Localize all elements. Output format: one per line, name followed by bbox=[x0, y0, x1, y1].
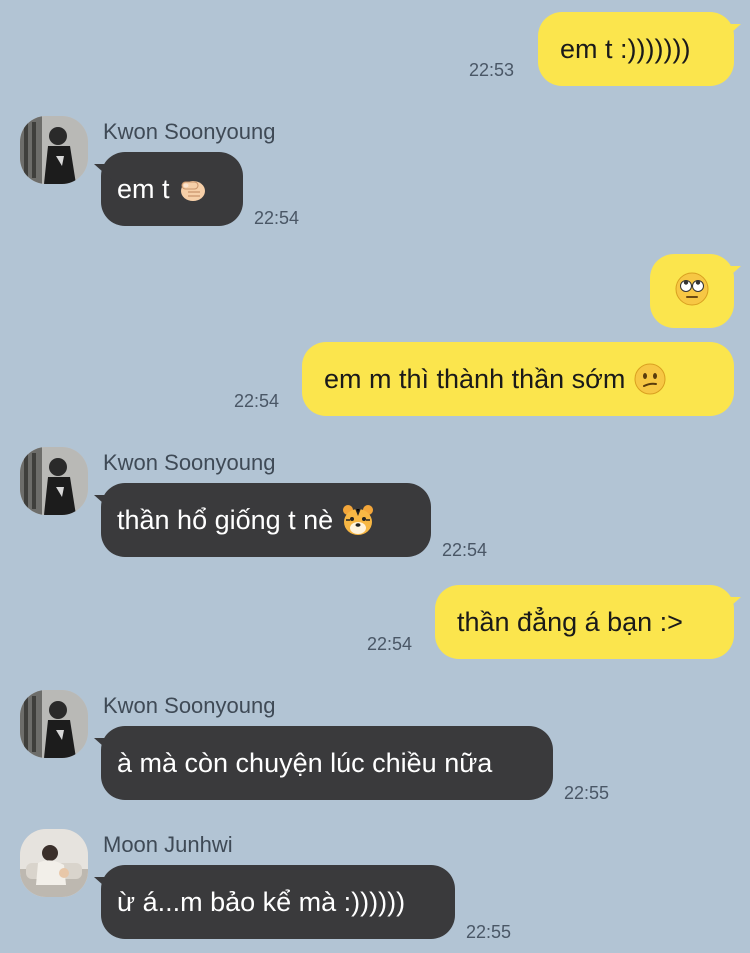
outgoing-message-bubble[interactable]: em m thì thành thần sớm bbox=[302, 342, 734, 416]
message-text: em t :))))))) bbox=[560, 33, 691, 64]
sender-name: Moon Junhwi bbox=[103, 832, 233, 857]
incoming-message-bubble[interactable]: ừ á...m bảo kể mà :)))))) bbox=[101, 865, 455, 939]
avatar[interactable] bbox=[20, 829, 88, 897]
message-text: em m thì thành thần sớm bbox=[324, 363, 626, 394]
outgoing-message-bubble[interactable] bbox=[650, 254, 734, 328]
message-timestamp: 22:54 bbox=[367, 634, 413, 654]
tiger-face-icon bbox=[341, 503, 375, 537]
incoming-message-bubble[interactable]: em t bbox=[101, 152, 243, 226]
message-timestamp: 22:54 bbox=[442, 540, 488, 560]
avatar[interactable] bbox=[20, 116, 88, 184]
message-timestamp: 22:54 bbox=[234, 391, 280, 411]
message-timestamp: 22:55 bbox=[466, 922, 512, 942]
message-timestamp: 22:53 bbox=[469, 60, 515, 80]
confused-face-icon bbox=[633, 362, 667, 396]
outgoing-message-bubble[interactable]: em t :))))))) bbox=[538, 12, 734, 86]
message-timestamp: 22:55 bbox=[564, 783, 610, 803]
pointing-finger-icon bbox=[178, 174, 208, 204]
avatar[interactable] bbox=[20, 447, 88, 515]
eye-roll-face-icon bbox=[674, 271, 710, 312]
message-text: ừ á...m bảo kể mà :)))))) bbox=[117, 886, 406, 917]
sender-name: Kwon Soonyoung bbox=[103, 693, 276, 718]
chat-view[interactable]: 22:53 em t :))))))) Kwon Soonyoung em t … bbox=[0, 0, 750, 953]
message-text: thần hổ giống t nè bbox=[117, 504, 334, 535]
incoming-message-bubble[interactable]: thần hổ giống t nè bbox=[101, 483, 431, 557]
outgoing-message-bubble[interactable]: thần đẳng á bạn :> bbox=[435, 585, 734, 659]
sender-name: Kwon Soonyoung bbox=[103, 119, 276, 144]
message-text: à mà còn chuyện lúc chiều nữa bbox=[117, 747, 493, 778]
sender-name: Kwon Soonyoung bbox=[103, 450, 276, 475]
message-text: thần đẳng á bạn :> bbox=[457, 606, 683, 637]
message-text: em t bbox=[117, 173, 170, 204]
avatar[interactable] bbox=[20, 690, 88, 758]
incoming-message-bubble[interactable]: à mà còn chuyện lúc chiều nữa bbox=[101, 726, 553, 800]
message-timestamp: 22:54 bbox=[254, 208, 300, 228]
